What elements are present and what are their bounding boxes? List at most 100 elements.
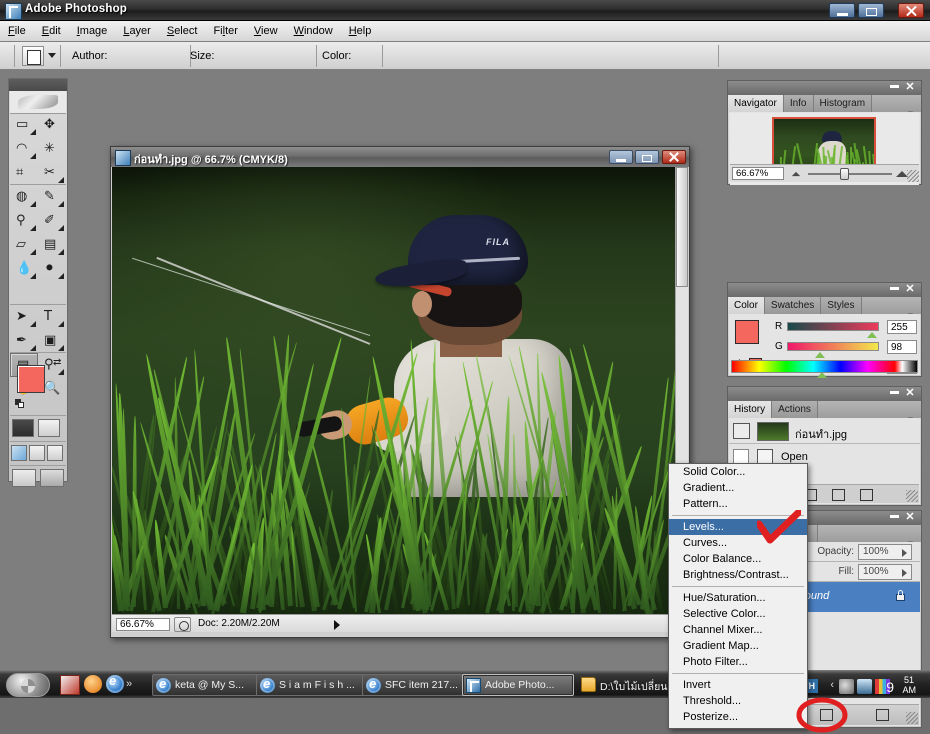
full-screen-mode-button[interactable] [47, 445, 63, 461]
type-tool[interactable]: T [38, 305, 66, 329]
menu-edit[interactable]: Edit [34, 21, 69, 40]
layers-minimize-icon[interactable] [890, 515, 899, 518]
layers-resize-grip[interactable] [906, 712, 918, 724]
tab-info[interactable]: Info [784, 95, 814, 112]
menu-select[interactable]: Select [159, 21, 206, 40]
scrollbar-thumb[interactable] [676, 167, 688, 287]
tab-swatches[interactable]: Swatches [765, 297, 821, 314]
tab-histogram[interactable]: Histogram [814, 95, 873, 112]
menu-item-color-balance[interactable]: Color Balance... [669, 551, 807, 567]
delete-state-button[interactable] [858, 488, 875, 503]
tool-preset-chevron-down-icon[interactable] [48, 53, 56, 58]
color-titlebar[interactable]: ✕ [728, 283, 921, 297]
move-tool[interactable]: ✥ [38, 113, 66, 137]
toolbox-drag-handle[interactable] [9, 79, 67, 91]
new-snapshot-button[interactable] [830, 488, 847, 503]
standard-mask-mode-button[interactable] [12, 419, 34, 437]
zoom-out-icon[interactable] [792, 172, 800, 176]
taskbar-item-keta[interactable]: keta @ My S... [152, 674, 272, 696]
slice-tool[interactable]: ✂ [38, 161, 66, 185]
quick-launch-chevron-icon[interactable]: » [126, 678, 132, 690]
quick-mask-mode-button[interactable] [38, 419, 60, 437]
lasso-tool[interactable]: ◠ [10, 137, 38, 161]
tray-chevron-icon[interactable]: ‹ [830, 679, 834, 691]
fill-input[interactable]: 100% [858, 564, 912, 580]
document-titlebar[interactable]: ก่อนทำ.jpg @ 66.7% (CMYK/8) [111, 147, 689, 167]
magic-wand-tool[interactable]: ✳ [38, 137, 66, 161]
history-minimize-icon[interactable] [890, 391, 899, 394]
menu-item-invert[interactable]: Invert [669, 677, 807, 693]
navigator-titlebar[interactable]: ✕ [728, 81, 921, 95]
navigator-minimize-icon[interactable] [890, 85, 899, 88]
channel-slider-r[interactable] [787, 322, 879, 331]
menu-item-gradient[interactable]: Gradient... [669, 480, 807, 496]
menu-item-hue-saturation[interactable]: Hue/Saturation... [669, 590, 807, 606]
swap-colors-icon[interactable]: ⇄ [53, 357, 61, 368]
menu-item-levels[interactable]: Levels... [669, 519, 807, 535]
quick-launch-icon-1[interactable] [60, 675, 80, 695]
menu-item-channel-mixer[interactable]: Channel Mixer... [669, 622, 807, 638]
marquee-tool[interactable]: ▭ [10, 113, 38, 137]
jump-to-imageready-button[interactable] [12, 469, 36, 487]
taskbar-item-sfc[interactable]: SFC item 217... [362, 674, 474, 696]
history-brush-source-icon[interactable] [733, 423, 750, 439]
pen-tool[interactable]: ✒ [10, 329, 38, 353]
document-close-button[interactable] [662, 150, 686, 164]
shape-tool[interactable]: ▣ [38, 329, 66, 353]
menu-item-threshold[interactable]: Threshold... [669, 693, 807, 709]
channel-value-g[interactable]: 98 [887, 340, 917, 354]
history-snapshot-row[interactable]: ก่อนทำ.jpg [729, 418, 920, 444]
foreground-color-swatch[interactable] [17, 365, 45, 393]
status-menu-arrow-icon[interactable] [334, 620, 340, 630]
jump-to-other-app-button[interactable] [40, 469, 64, 487]
menu-view[interactable]: View [246, 21, 286, 40]
document-maximize-button[interactable] [635, 150, 659, 164]
taskbar-item-siamfish[interactable]: S i a m F i s h ... [256, 674, 378, 696]
color-minimize-icon[interactable] [890, 287, 899, 290]
zoom-level-input[interactable]: 66.67% [116, 618, 170, 631]
fill-stepper-icon[interactable] [902, 569, 907, 577]
opacity-input[interactable]: 100% [858, 544, 912, 560]
navigator-close-icon[interactable]: ✕ [905, 83, 915, 93]
clone-stamp-tool[interactable]: ⚲ [10, 209, 38, 233]
navigator-resize-grip[interactable] [907, 170, 919, 182]
menu-item-curves[interactable]: Curves... [669, 535, 807, 551]
preview-options-icon[interactable] [174, 617, 191, 632]
menu-item-photo-filter[interactable]: Photo Filter... [669, 654, 807, 670]
new-group-button[interactable] [818, 708, 835, 723]
crop-tool[interactable]: ⌗ [10, 161, 38, 185]
blur-tool[interactable]: 💧 [10, 257, 38, 281]
menu-help[interactable]: Help [341, 21, 380, 40]
standard-screen-mode-button[interactable] [11, 445, 27, 461]
path-selection-tool[interactable]: ➤ [10, 305, 38, 329]
image-canvas[interactable]: FILA [112, 167, 677, 614]
history-brush-tool[interactable]: ✐ [38, 209, 66, 233]
default-colors-icon[interactable] [15, 399, 25, 409]
navigator-zoom-slider[interactable] [808, 173, 892, 175]
color-spectrum-ramp[interactable] [731, 360, 918, 373]
channel-slider-g[interactable] [787, 342, 879, 351]
start-button[interactable] [6, 673, 50, 697]
full-screen-menubar-button[interactable] [29, 445, 45, 461]
menu-filter[interactable]: Filter [205, 21, 245, 40]
note-tool-icon[interactable] [22, 46, 44, 66]
eraser-tool[interactable]: ▱ [10, 233, 38, 257]
tab-color[interactable]: Color [728, 297, 765, 314]
history-close-icon[interactable]: ✕ [905, 389, 915, 399]
layers-close-icon[interactable]: ✕ [905, 513, 915, 523]
delete-layer-button[interactable] [874, 708, 891, 723]
channel-knob-g[interactable] [815, 352, 825, 358]
history-titlebar[interactable]: ✕ [728, 387, 921, 401]
quick-launch-icon-2[interactable] [84, 675, 102, 693]
maximize-button[interactable] [858, 3, 884, 18]
channel-value-r[interactable]: 255 [887, 320, 917, 334]
tab-actions[interactable]: Actions [772, 401, 818, 418]
healing-brush-tool[interactable]: ◍ [10, 185, 38, 209]
close-button[interactable] [898, 3, 924, 18]
document-minimize-button[interactable] [609, 150, 633, 164]
history-resize-grip[interactable] [906, 490, 918, 502]
opacity-stepper-icon[interactable] [902, 549, 907, 557]
menu-item-pattern[interactable]: Pattern... [669, 496, 807, 512]
brush-tool[interactable]: ✎ [38, 185, 66, 209]
menu-item-posterize[interactable]: Posterize... [669, 709, 807, 725]
